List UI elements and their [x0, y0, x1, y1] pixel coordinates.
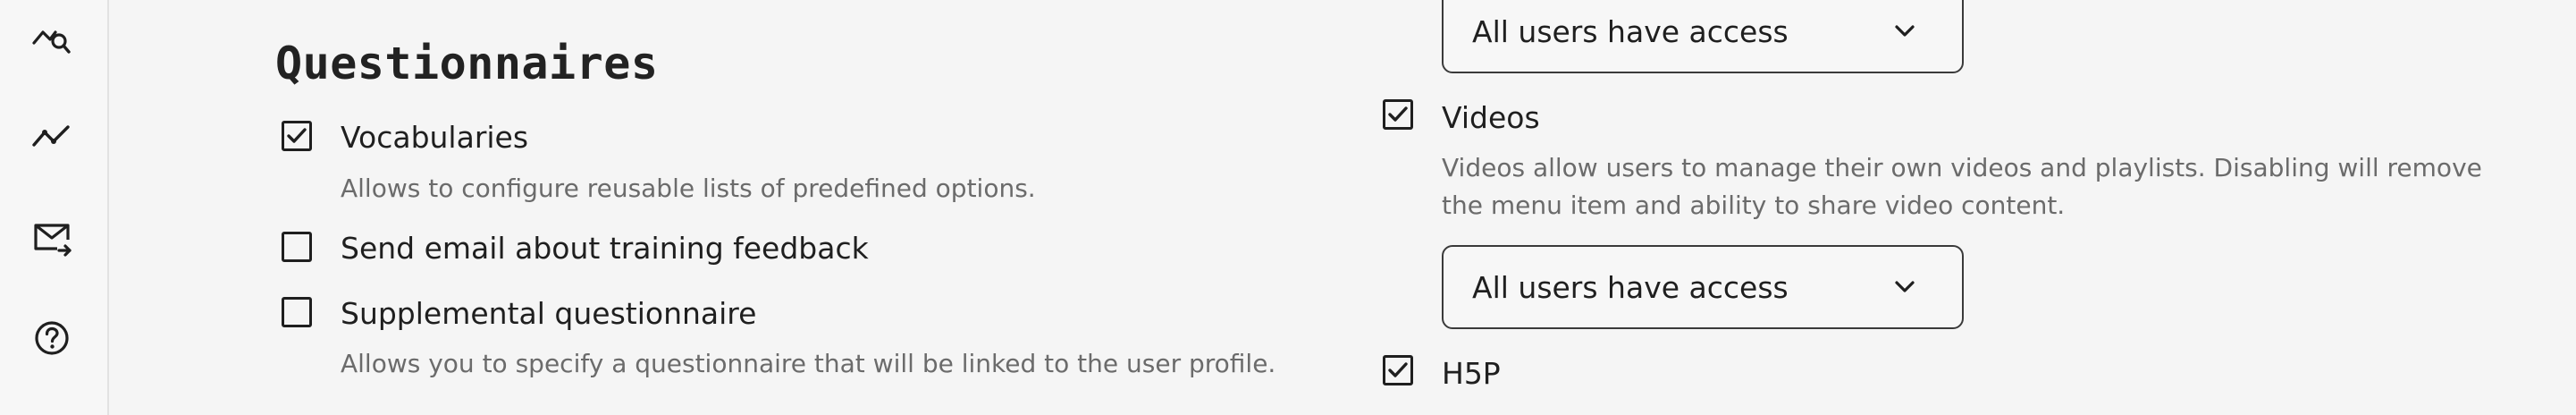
check-icon: [1388, 106, 1408, 122]
videos-description-line2: the menu item and ability to share video…: [1442, 191, 2066, 220]
check-icon: [287, 128, 307, 143]
help-circle-icon: [35, 321, 69, 355]
h5p-label[interactable]: H5P: [1442, 356, 1501, 391]
trend-line-icon: [32, 125, 70, 147]
check-icon: [1388, 362, 1408, 377]
analytics-search-icon: [32, 30, 71, 54]
h5p-checkbox[interactable]: [1383, 355, 1413, 385]
sidebar-item-analytics[interactable]: [25, 11, 79, 64]
send-email-feedback-checkbox[interactable]: [282, 232, 312, 262]
supplemental-questionnaire-description: Allows you to specify a questionnaire th…: [341, 349, 1276, 378]
videos-label[interactable]: Videos: [1442, 100, 1540, 135]
chevron-down-icon: [1895, 25, 1915, 37]
supplemental-questionnaire-label[interactable]: Supplemental questionnaire: [341, 296, 756, 331]
section-title: Questionnaires: [275, 38, 659, 89]
access-select-top-value: All users have access: [1472, 13, 1789, 49]
sidebar-item-trends[interactable]: [25, 109, 79, 163]
send-email-feedback-label[interactable]: Send email about training feedback: [341, 231, 869, 266]
vocabularies-checkbox[interactable]: [282, 121, 312, 151]
videos-description-line1: Videos allow users to manage their own v…: [1442, 153, 2482, 182]
sidebar-item-mail[interactable]: [25, 211, 79, 265]
vocabularies-description: Allows to configure reusable lists of pr…: [341, 174, 1036, 203]
chevron-down-icon: [1895, 281, 1915, 292]
supplemental-questionnaire-checkbox[interactable]: [282, 297, 312, 327]
videos-checkbox[interactable]: [1383, 99, 1413, 130]
mail-send-icon: [34, 224, 72, 257]
access-select-videos-value: All users have access: [1472, 269, 1789, 305]
sidebar-rail: [0, 0, 109, 415]
access-select-videos[interactable]: All users have access: [1442, 245, 1964, 329]
sidebar-item-help[interactable]: [25, 311, 79, 365]
access-select-top[interactable]: All users have access: [1442, 0, 1964, 73]
vocabularies-label[interactable]: Vocabularies: [341, 120, 528, 155]
